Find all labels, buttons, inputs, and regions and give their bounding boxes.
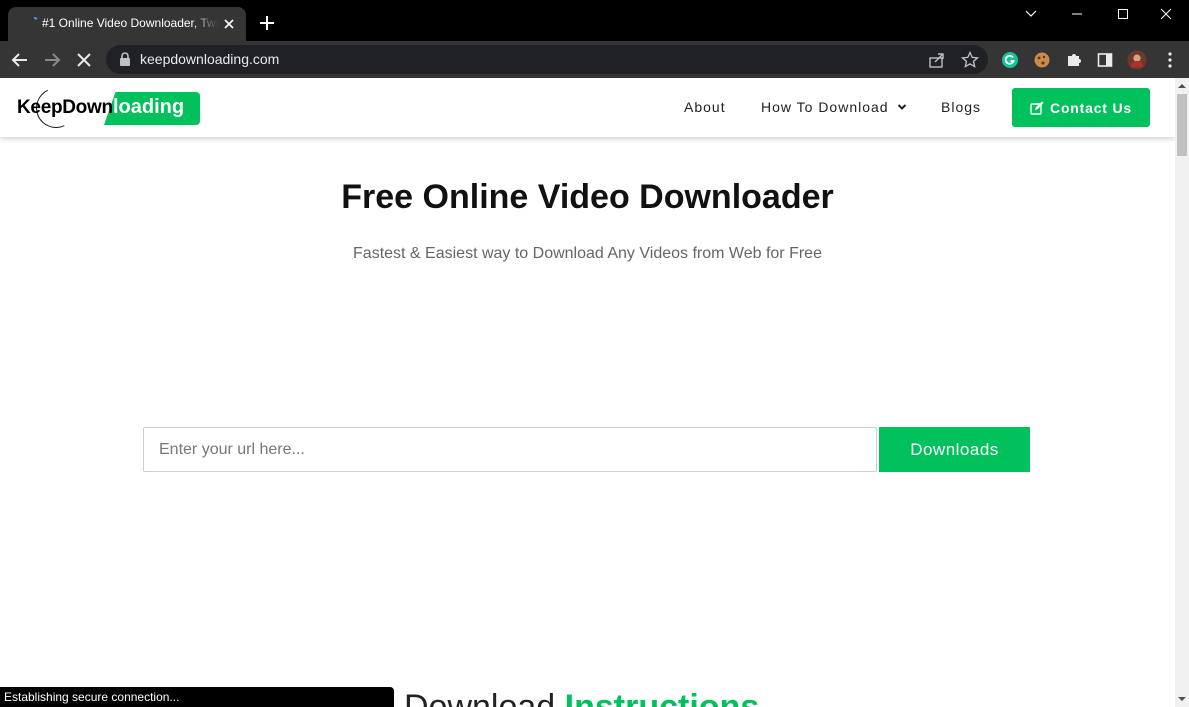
chevron-down-icon[interactable] (897, 102, 907, 112)
logo-text-light: loading (113, 96, 185, 118)
bookmark-star-icon[interactable] (961, 51, 979, 69)
instructions-heading-dark: Download (404, 688, 556, 707)
window-close-icon[interactable] (1143, 0, 1189, 28)
extensions-puzzle-icon[interactable] (1064, 50, 1084, 70)
scroll-down-arrow-icon[interactable] (1178, 695, 1186, 703)
new-tab-icon[interactable] (258, 14, 276, 32)
profile-avatar[interactable] (1127, 50, 1147, 70)
maximize-icon[interactable] (1100, 0, 1146, 28)
edit-icon (1030, 101, 1044, 115)
downloads-button[interactable]: Downloads (879, 427, 1030, 472)
close-tab-icon[interactable] (221, 16, 237, 32)
url-input[interactable] (143, 427, 877, 472)
nav-blogs[interactable]: Blogs (941, 99, 981, 115)
tab-title: #1 Online Video Downloader, Twitter Vide… (42, 16, 218, 30)
back-arrow-icon[interactable] (10, 50, 30, 70)
side-panel-icon[interactable] (1095, 50, 1115, 70)
page-title: Free Online Video Downloader (341, 178, 834, 216)
tab-search-icon[interactable] (1008, 0, 1054, 28)
lock-icon[interactable] (118, 52, 132, 67)
scrollbar-thumb[interactable] (1177, 94, 1187, 156)
site-header: KeepDown loading About How To Download B… (0, 78, 1175, 137)
browser-menu-icon[interactable] (1160, 50, 1180, 70)
share-icon[interactable] (928, 51, 946, 69)
nav-about[interactable]: About (684, 99, 726, 115)
browser-toolbar: keepdownloading.com (0, 41, 1189, 78)
status-text: Establishing secure connection... (4, 690, 180, 704)
instructions-heading: Download Instructions (404, 688, 759, 707)
address-url: keepdownloading.com (140, 51, 280, 67)
stop-loading-icon[interactable] (74, 50, 94, 70)
page-subtitle: Fastest & Easiest way to Download Any Vi… (353, 245, 822, 262)
instructions-heading-green: Instructions (564, 688, 760, 707)
page-scrollbar[interactable] (1175, 78, 1189, 707)
minimize-icon[interactable] (1054, 0, 1100, 28)
browser-tab[interactable]: #1 Online Video Downloader, Twitter Vide… (8, 7, 246, 41)
page-viewport: KeepDown loading About How To Download B… (0, 78, 1175, 707)
grammarly-extension-icon[interactable] (1000, 50, 1020, 70)
contact-us-label: Contact Us (1050, 99, 1132, 116)
cookie-extension-icon[interactable] (1032, 50, 1052, 70)
address-bar[interactable]: keepdownloading.com (106, 45, 988, 74)
browser-tab-strip: #1 Online Video Downloader, Twitter Vide… (0, 0, 1189, 41)
status-bubble: Establishing secure connection... (0, 687, 394, 707)
site-logo[interactable]: KeepDown loading (14, 82, 204, 134)
forward-arrow-icon[interactable] (42, 50, 62, 70)
contact-us-button[interactable]: Contact Us (1012, 88, 1150, 127)
nav-how-to-download[interactable]: How To Download (761, 99, 889, 115)
loading-spinner-icon (33, 17, 38, 20)
scroll-up-arrow-icon[interactable] (1178, 82, 1186, 90)
logo-text-dark: KeepDown (17, 97, 113, 118)
